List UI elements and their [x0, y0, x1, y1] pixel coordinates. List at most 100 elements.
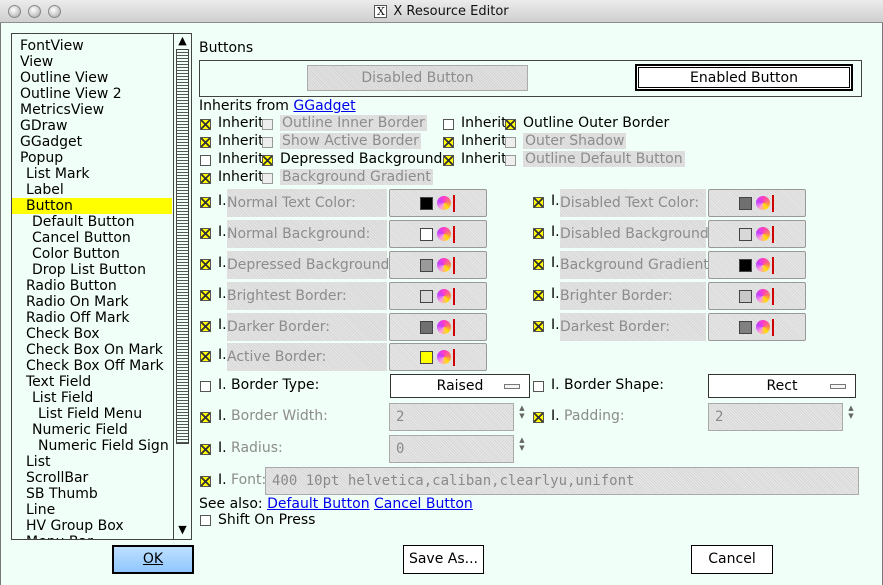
border-type-select[interactable]: Raised: [390, 374, 530, 398]
list-item[interactable]: Check Box: [12, 326, 172, 342]
padding-field[interactable]: 2: [708, 403, 843, 431]
scroll-thumb[interactable]: [176, 49, 189, 444]
color-bar-icon: [453, 257, 455, 274]
color-picker-button[interactable]: [389, 220, 487, 248]
save-as-button[interactable]: Save As...: [403, 545, 484, 574]
list-item[interactable]: Radio Off Mark: [12, 310, 172, 326]
color-inherit-checkbox[interactable]: [200, 351, 211, 362]
ok-button[interactable]: OK: [112, 545, 194, 574]
flag-inherit-checkbox[interactable]: [443, 155, 454, 166]
list-item[interactable]: Default Button: [12, 214, 172, 230]
list-item[interactable]: FontView: [12, 38, 172, 54]
flag-inherit-checkbox[interactable]: [200, 119, 211, 130]
flag-value-checkbox[interactable]: [262, 137, 273, 148]
cancel-button[interactable]: Cancel: [691, 545, 773, 574]
list-item[interactable]: SB Thumb: [12, 486, 172, 502]
scroll-up-icon[interactable]: ▲: [175, 35, 190, 47]
list-item[interactable]: Menu Bar: [12, 534, 172, 539]
list-item[interactable]: Button: [12, 198, 172, 214]
color-picker-button[interactable]: [389, 282, 487, 310]
see-also-cancel-button-link[interactable]: Cancel Button: [374, 496, 473, 512]
list-item[interactable]: Label: [12, 182, 172, 198]
widget-list[interactable]: FontView View Outline View Outline View 2 Me…: [11, 33, 192, 540]
flag-inherit-checkbox[interactable]: [200, 155, 211, 166]
color-inherit-checkbox[interactable]: [200, 290, 211, 301]
list-scrollbar[interactable]: ▲ ▼: [173, 34, 191, 539]
font-field[interactable]: 400 10pt helvetica,caliban,clearlyu,unif…: [265, 467, 859, 495]
font-inherit-checkbox[interactable]: [200, 476, 211, 487]
color-inherit-checkbox[interactable]: [533, 321, 544, 332]
color-picker-button[interactable]: [708, 313, 806, 341]
list-item[interactable]: Numeric Field Sign: [12, 438, 172, 454]
color-picker-button[interactable]: [389, 313, 487, 341]
list-item[interactable]: Numeric Field: [12, 422, 172, 438]
list-item[interactable]: List Field Menu: [12, 406, 172, 422]
flag-inherit-checkbox[interactable]: [200, 137, 211, 148]
flag-inherit-checkbox[interactable]: [443, 137, 454, 148]
shift-on-press-checkbox[interactable]: [200, 515, 211, 526]
scroll-down-icon[interactable]: ▼: [175, 524, 190, 536]
flag-value-checkbox[interactable]: [505, 119, 516, 130]
flag-value-checkbox[interactable]: [262, 119, 273, 130]
flag-value-checkbox[interactable]: [262, 173, 273, 184]
inherits-link[interactable]: GGadget: [293, 98, 355, 114]
list-item[interactable]: Text Field: [12, 374, 172, 390]
border-shape-inherit-checkbox[interactable]: [533, 381, 544, 392]
list-item[interactable]: GGadget: [12, 134, 172, 150]
list-item[interactable]: HV Group Box: [12, 518, 172, 534]
list-item[interactable]: Line: [12, 502, 172, 518]
color-picker-button[interactable]: [708, 282, 806, 310]
radius-stepper[interactable]: ▲ ▼: [517, 436, 527, 462]
list-item[interactable]: Outline View: [12, 70, 172, 86]
list-item[interactable]: MetricsView: [12, 102, 172, 118]
color-inherit-checkbox[interactable]: [533, 259, 544, 270]
border-width-field[interactable]: 2: [389, 403, 514, 431]
list-item[interactable]: View: [12, 54, 172, 70]
see-also-default-button-link[interactable]: Default Button: [267, 496, 370, 512]
list-item[interactable]: List Field: [12, 390, 172, 406]
radius-field[interactable]: 0: [389, 435, 514, 463]
list-item[interactable]: List: [12, 454, 172, 470]
enabled-button-preview[interactable]: Enabled Button: [635, 64, 853, 91]
color-inherit-checkbox[interactable]: [200, 259, 211, 270]
border-shape-select[interactable]: Rect: [708, 374, 856, 398]
list-item[interactable]: Radio Button: [12, 278, 172, 294]
color-picker-button[interactable]: [708, 251, 806, 279]
see-also-prefix: See also:: [199, 496, 263, 512]
list-item[interactable]: Check Box On Mark: [12, 342, 172, 358]
list-item[interactable]: Popup: [12, 150, 172, 166]
flag-value-checkbox[interactable]: [505, 155, 516, 166]
list-item[interactable]: Color Button: [12, 246, 172, 262]
list-item[interactable]: Cancel Button: [12, 230, 172, 246]
padding-inherit-checkbox[interactable]: [533, 412, 544, 423]
flag-inherit-checkbox[interactable]: [200, 173, 211, 184]
flag-inherit-checkbox[interactable]: [443, 119, 454, 130]
border-width-inherit-checkbox[interactable]: [200, 412, 211, 423]
color-inherit-checkbox[interactable]: [533, 197, 544, 208]
radius-inherit-checkbox[interactable]: [200, 444, 211, 455]
list-item[interactable]: GDraw: [12, 118, 172, 134]
color-picker-button[interactable]: [389, 343, 487, 371]
flag-value-checkbox[interactable]: [262, 155, 273, 166]
list-item[interactable]: List Mark: [12, 166, 172, 182]
flag-value-checkbox[interactable]: [505, 137, 516, 148]
border-width-label: I. Border Width:: [218, 408, 328, 424]
border-type-inherit-checkbox[interactable]: [200, 381, 211, 392]
border-width-stepper[interactable]: ▲ ▼: [517, 404, 527, 430]
color-picker-button[interactable]: [389, 189, 487, 217]
padding-stepper[interactable]: ▲ ▼: [846, 404, 856, 430]
list-item[interactable]: Check Box Off Mark: [12, 358, 172, 374]
color-inherit-checkbox[interactable]: [200, 228, 211, 239]
list-item[interactable]: Radio On Mark: [12, 294, 172, 310]
color-inherit-checkbox[interactable]: [200, 197, 211, 208]
list-item[interactable]: ScrollBar: [12, 470, 172, 486]
list-item[interactable]: Outline View 2: [12, 86, 172, 102]
color-inherit-checkbox[interactable]: [533, 228, 544, 239]
inherit-prefix: I.: [218, 317, 227, 333]
color-inherit-checkbox[interactable]: [200, 321, 211, 332]
color-picker-button[interactable]: [708, 189, 806, 217]
color-inherit-checkbox[interactable]: [533, 290, 544, 301]
list-item[interactable]: Drop List Button: [12, 262, 172, 278]
color-picker-button[interactable]: [389, 251, 487, 279]
color-picker-button[interactable]: [708, 220, 806, 248]
